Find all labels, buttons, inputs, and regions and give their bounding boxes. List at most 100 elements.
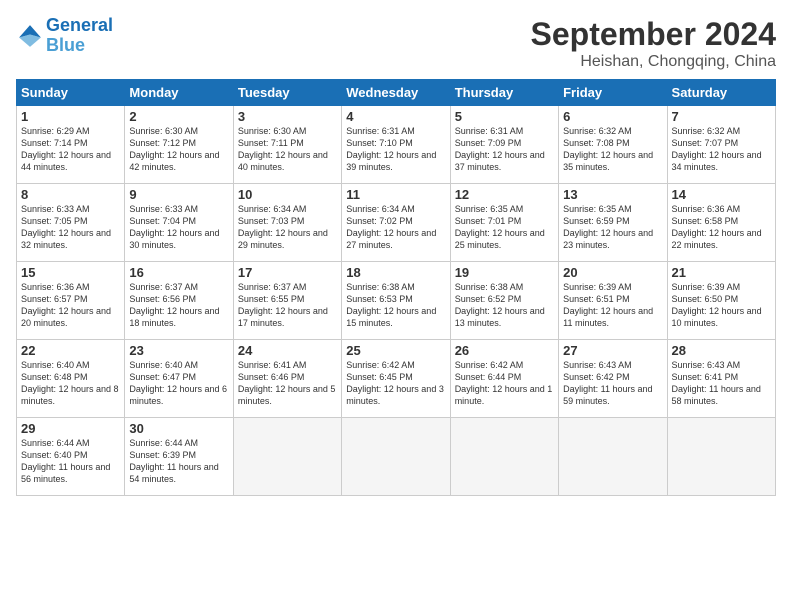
calendar-cell: 24Sunrise: 6:41 AMSunset: 6:46 PMDayligh… (233, 340, 341, 418)
day-info: Sunrise: 6:37 AMSunset: 6:56 PMDaylight:… (129, 281, 228, 330)
day-info: Sunrise: 6:42 AMSunset: 6:45 PMDaylight:… (346, 359, 445, 408)
day-number: 16 (129, 265, 228, 280)
calendar-cell (667, 418, 775, 496)
day-info: Sunrise: 6:30 AMSunset: 7:11 PMDaylight:… (238, 125, 337, 174)
calendar-header-row: Sunday Monday Tuesday Wednesday Thursday… (17, 80, 776, 106)
day-info: Sunrise: 6:37 AMSunset: 6:55 PMDaylight:… (238, 281, 337, 330)
day-info: Sunrise: 6:30 AMSunset: 7:12 PMDaylight:… (129, 125, 228, 174)
calendar-cell: 27Sunrise: 6:43 AMSunset: 6:42 PMDayligh… (559, 340, 667, 418)
calendar-cell: 20Sunrise: 6:39 AMSunset: 6:51 PMDayligh… (559, 262, 667, 340)
calendar-week-3: 22Sunrise: 6:40 AMSunset: 6:48 PMDayligh… (17, 340, 776, 418)
day-info: Sunrise: 6:39 AMSunset: 6:50 PMDaylight:… (672, 281, 771, 330)
location: Heishan, Chongqing, China (531, 53, 776, 71)
calendar-cell: 3Sunrise: 6:30 AMSunset: 7:11 PMDaylight… (233, 106, 341, 184)
calendar-cell: 19Sunrise: 6:38 AMSunset: 6:52 PMDayligh… (450, 262, 558, 340)
title-block: September 2024 Heishan, Chongqing, China (531, 16, 776, 71)
calendar-cell: 22Sunrise: 6:40 AMSunset: 6:48 PMDayligh… (17, 340, 125, 418)
day-number: 14 (672, 187, 771, 202)
day-number: 8 (21, 187, 120, 202)
logo-icon (16, 22, 44, 50)
day-info: Sunrise: 6:35 AMSunset: 7:01 PMDaylight:… (455, 203, 554, 252)
day-info: Sunrise: 6:42 AMSunset: 6:44 PMDaylight:… (455, 359, 554, 408)
calendar-cell: 29Sunrise: 6:44 AMSunset: 6:40 PMDayligh… (17, 418, 125, 496)
day-number: 17 (238, 265, 337, 280)
col-thursday: Thursday (450, 80, 558, 106)
day-number: 28 (672, 343, 771, 358)
day-info: Sunrise: 6:43 AMSunset: 6:42 PMDaylight:… (563, 359, 662, 408)
day-number: 15 (21, 265, 120, 280)
calendar-cell: 10Sunrise: 6:34 AMSunset: 7:03 PMDayligh… (233, 184, 341, 262)
day-info: Sunrise: 6:34 AMSunset: 7:03 PMDaylight:… (238, 203, 337, 252)
logo: General Blue (16, 16, 113, 56)
day-info: Sunrise: 6:32 AMSunset: 7:08 PMDaylight:… (563, 125, 662, 174)
day-number: 21 (672, 265, 771, 280)
day-number: 19 (455, 265, 554, 280)
day-number: 27 (563, 343, 662, 358)
day-number: 1 (21, 109, 120, 124)
calendar-cell: 1Sunrise: 6:29 AMSunset: 7:14 PMDaylight… (17, 106, 125, 184)
calendar-cell (342, 418, 450, 496)
calendar-cell: 18Sunrise: 6:38 AMSunset: 6:53 PMDayligh… (342, 262, 450, 340)
calendar-cell: 8Sunrise: 6:33 AMSunset: 7:05 PMDaylight… (17, 184, 125, 262)
day-info: Sunrise: 6:29 AMSunset: 7:14 PMDaylight:… (21, 125, 120, 174)
day-info: Sunrise: 6:36 AMSunset: 6:57 PMDaylight:… (21, 281, 120, 330)
day-number: 25 (346, 343, 445, 358)
calendar-cell: 21Sunrise: 6:39 AMSunset: 6:50 PMDayligh… (667, 262, 775, 340)
calendar-cell: 6Sunrise: 6:32 AMSunset: 7:08 PMDaylight… (559, 106, 667, 184)
day-number: 18 (346, 265, 445, 280)
day-number: 3 (238, 109, 337, 124)
day-number: 24 (238, 343, 337, 358)
col-tuesday: Tuesday (233, 80, 341, 106)
day-number: 22 (21, 343, 120, 358)
day-info: Sunrise: 6:31 AMSunset: 7:10 PMDaylight:… (346, 125, 445, 174)
day-number: 5 (455, 109, 554, 124)
day-info: Sunrise: 6:38 AMSunset: 6:52 PMDaylight:… (455, 281, 554, 330)
day-number: 12 (455, 187, 554, 202)
day-info: Sunrise: 6:36 AMSunset: 6:58 PMDaylight:… (672, 203, 771, 252)
day-info: Sunrise: 6:43 AMSunset: 6:41 PMDaylight:… (672, 359, 771, 408)
day-info: Sunrise: 6:38 AMSunset: 6:53 PMDaylight:… (346, 281, 445, 330)
day-info: Sunrise: 6:34 AMSunset: 7:02 PMDaylight:… (346, 203, 445, 252)
calendar-cell (233, 418, 341, 496)
day-info: Sunrise: 6:40 AMSunset: 6:47 PMDaylight:… (129, 359, 228, 408)
day-number: 11 (346, 187, 445, 202)
day-number: 6 (563, 109, 662, 124)
col-saturday: Saturday (667, 80, 775, 106)
day-info: Sunrise: 6:35 AMSunset: 6:59 PMDaylight:… (563, 203, 662, 252)
col-wednesday: Wednesday (342, 80, 450, 106)
logo-line1: General (46, 15, 113, 35)
calendar-cell: 17Sunrise: 6:37 AMSunset: 6:55 PMDayligh… (233, 262, 341, 340)
col-sunday: Sunday (17, 80, 125, 106)
calendar-cell (450, 418, 558, 496)
day-number: 9 (129, 187, 228, 202)
day-info: Sunrise: 6:44 AMSunset: 6:40 PMDaylight:… (21, 437, 120, 486)
calendar-cell: 26Sunrise: 6:42 AMSunset: 6:44 PMDayligh… (450, 340, 558, 418)
calendar-cell: 16Sunrise: 6:37 AMSunset: 6:56 PMDayligh… (125, 262, 233, 340)
day-info: Sunrise: 6:44 AMSunset: 6:39 PMDaylight:… (129, 437, 228, 486)
calendar-week-2: 15Sunrise: 6:36 AMSunset: 6:57 PMDayligh… (17, 262, 776, 340)
day-number: 4 (346, 109, 445, 124)
day-info: Sunrise: 6:41 AMSunset: 6:46 PMDaylight:… (238, 359, 337, 408)
day-info: Sunrise: 6:33 AMSunset: 7:04 PMDaylight:… (129, 203, 228, 252)
calendar-table: Sunday Monday Tuesday Wednesday Thursday… (16, 79, 776, 496)
calendar-week-0: 1Sunrise: 6:29 AMSunset: 7:14 PMDaylight… (17, 106, 776, 184)
calendar-cell: 15Sunrise: 6:36 AMSunset: 6:57 PMDayligh… (17, 262, 125, 340)
col-monday: Monday (125, 80, 233, 106)
calendar-cell: 14Sunrise: 6:36 AMSunset: 6:58 PMDayligh… (667, 184, 775, 262)
day-number: 10 (238, 187, 337, 202)
col-friday: Friday (559, 80, 667, 106)
calendar-week-4: 29Sunrise: 6:44 AMSunset: 6:40 PMDayligh… (17, 418, 776, 496)
month-title: September 2024 (531, 16, 776, 53)
day-info: Sunrise: 6:31 AMSunset: 7:09 PMDaylight:… (455, 125, 554, 174)
calendar-cell: 13Sunrise: 6:35 AMSunset: 6:59 PMDayligh… (559, 184, 667, 262)
day-info: Sunrise: 6:39 AMSunset: 6:51 PMDaylight:… (563, 281, 662, 330)
calendar-cell: 23Sunrise: 6:40 AMSunset: 6:47 PMDayligh… (125, 340, 233, 418)
day-info: Sunrise: 6:40 AMSunset: 6:48 PMDaylight:… (21, 359, 120, 408)
calendar-cell: 5Sunrise: 6:31 AMSunset: 7:09 PMDaylight… (450, 106, 558, 184)
calendar-cell: 30Sunrise: 6:44 AMSunset: 6:39 PMDayligh… (125, 418, 233, 496)
logo-text: General Blue (46, 16, 113, 56)
day-number: 29 (21, 421, 120, 436)
day-info: Sunrise: 6:32 AMSunset: 7:07 PMDaylight:… (672, 125, 771, 174)
day-number: 7 (672, 109, 771, 124)
day-number: 23 (129, 343, 228, 358)
